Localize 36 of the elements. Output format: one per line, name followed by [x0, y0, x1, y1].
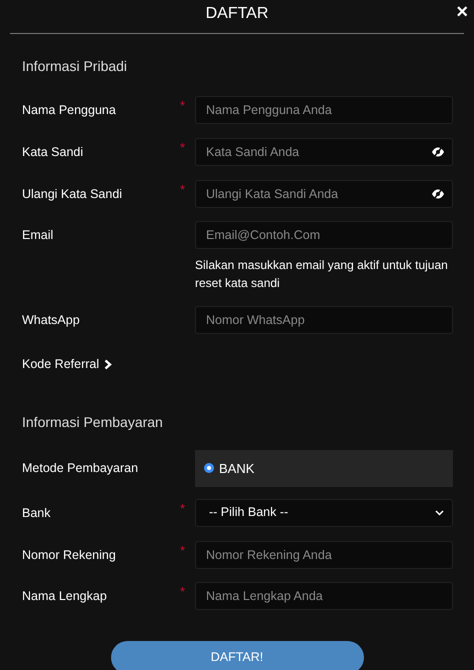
- helper-text: Silakan masukkan email yang aktif untuk tujuan reset kata sandi: [195, 257, 449, 292]
- referral-toggle[interactable]: Kode Referral: [22, 355, 112, 374]
- field-label: Nama Lengkap: [22, 588, 108, 605]
- field-label: Metode Pembayaran: [22, 460, 140, 477]
- dialog-title: DAFTAR: [206, 5, 268, 22]
- input-field[interactable]: Nama Lengkap Anda: [195, 582, 453, 610]
- field-label: Nama Pengguna: [22, 102, 117, 119]
- required-mark: *: [180, 582, 186, 601]
- input-field[interactable]: Nomor Rekening Anda: [195, 540, 453, 569]
- password-field[interactable]: Ulangi Kata Sandi Anda: [195, 180, 453, 208]
- referral-label: Kode Referral: [22, 356, 100, 373]
- radio-button[interactable]: [204, 463, 214, 474]
- field-label: WhatsApp: [22, 312, 81, 329]
- input-field[interactable]: Email@Contoh.Com: [195, 221, 453, 249]
- field-label: Email: [22, 227, 54, 244]
- input-field[interactable]: Nama Pengguna Anda: [195, 96, 453, 124]
- field-label: Nomor Rekening: [22, 546, 117, 564]
- required-mark: *: [180, 500, 186, 518]
- input-field[interactable]: Nomor WhatsApp: [195, 306, 453, 334]
- section-heading: Informasi Pembayaran: [21, 412, 164, 432]
- required-mark: *: [180, 181, 186, 199]
- password-field[interactable]: Kata Sandi Anda: [195, 138, 453, 166]
- caret-icon: [435, 510, 444, 516]
- section-heading: Informasi Pribadi: [21, 57, 128, 76]
- close-button[interactable]: ×: [456, 3, 468, 21]
- required-mark: *: [180, 97, 186, 115]
- field-label: Ulangi Kata Sandi: [22, 186, 124, 203]
- eye-hidden-icon[interactable]: [431, 146, 445, 158]
- required-mark: *: [180, 139, 186, 157]
- submit-button[interactable]: DAFTAR!: [110, 640, 364, 670]
- required-mark: *: [180, 542, 186, 560]
- option-label: BANK: [219, 460, 254, 478]
- eye-hidden-icon[interactable]: [431, 188, 445, 200]
- field-label: Bank: [22, 504, 52, 522]
- bank-select[interactable]: -- Pilih Bank --: [195, 498, 453, 527]
- field-label: Kata Sandi: [22, 144, 84, 161]
